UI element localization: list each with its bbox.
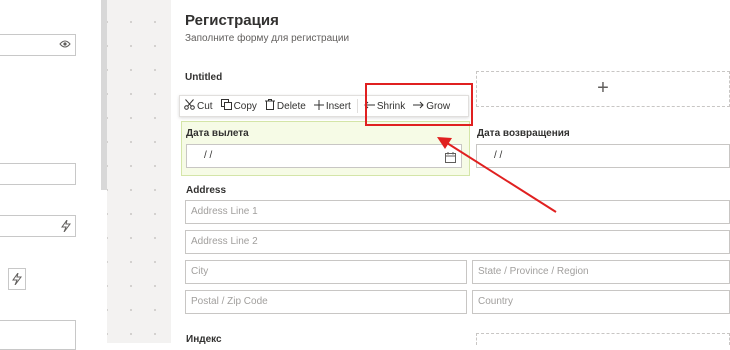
annotation-arrow [437,137,557,213]
